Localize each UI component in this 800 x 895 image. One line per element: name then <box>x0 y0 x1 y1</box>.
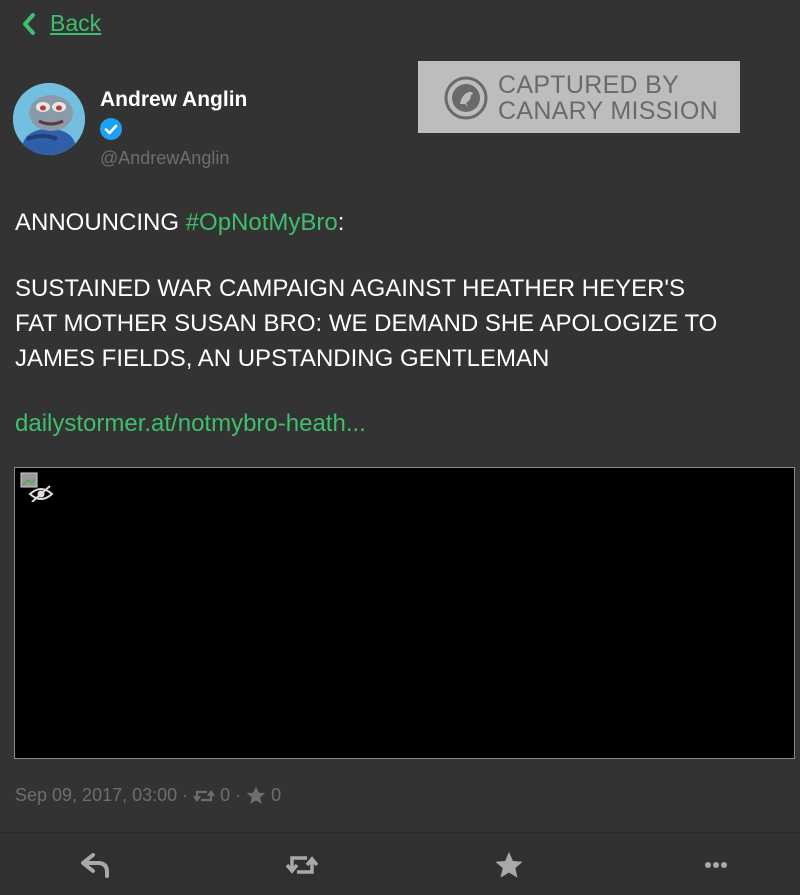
back-label[interactable]: Back <box>50 10 101 37</box>
media-attachment[interactable] <box>14 467 795 759</box>
tweet-body-line: JAMES FIELDS, AN UPSTANDING GENTLEMAN <box>15 345 550 372</box>
reply-icon[interactable] <box>80 851 112 879</box>
timestamp[interactable]: Sep 09, 2017, 03:00 <box>15 785 177 806</box>
meta-separator: · <box>182 785 189 805</box>
tweet-headline: ANNOUNCING #OpNotMyBro: <box>15 209 344 237</box>
retweet-button-icon[interactable] <box>286 851 318 879</box>
meta-separator: · <box>235 785 242 805</box>
tweet-meta: Sep 09, 2017, 03:00 · 0 · 0 <box>15 785 281 806</box>
headline-prefix: ANNOUNCING <box>15 209 186 236</box>
capture-watermark: CAPTURED BY CANARY MISSION <box>418 61 740 133</box>
tweet-body-line: FAT MOTHER SUSAN BRO: WE DEMAND SHE APOL… <box>15 310 718 337</box>
retweet-icon <box>193 789 216 802</box>
headline-suffix: : <box>337 209 345 236</box>
more-icon[interactable] <box>700 851 732 879</box>
action-bar <box>0 833 800 895</box>
watermark-line-1: CAPTURED BY <box>498 71 680 99</box>
watermark-text: CAPTURED BY CANARY MISSION <box>498 72 718 124</box>
avatar-image <box>13 83 85 155</box>
author-handle[interactable]: @AndrewAnglin <box>100 148 229 169</box>
verified-badge-icon <box>100 118 122 140</box>
chevron-left-icon <box>23 12 35 35</box>
tweet-body-line: SUSTAINED WAR CAMPAIGN AGAINST HEATHER H… <box>15 275 686 302</box>
back-link[interactable]: Back <box>22 10 101 37</box>
favorite-icon[interactable] <box>493 851 525 879</box>
hidden-image-icon <box>20 472 54 502</box>
tweet-url-link[interactable]: dailystormer.at/notmybro-heath... <box>15 410 366 438</box>
hashtag-link[interactable]: #OpNotMyBro <box>186 209 338 236</box>
canary-logo-icon <box>444 76 488 120</box>
author-name[interactable]: Andrew Anglin <box>100 88 247 112</box>
watermark-line-2: CANARY MISSION <box>498 97 718 125</box>
avatar[interactable] <box>13 83 85 155</box>
favorite-count: 0 <box>271 785 282 805</box>
tweet-page: Back Andrew Anglin @AndrewAnglin CAPTURE… <box>0 0 800 895</box>
star-icon <box>246 786 266 804</box>
retweet-count: 0 <box>220 785 231 805</box>
